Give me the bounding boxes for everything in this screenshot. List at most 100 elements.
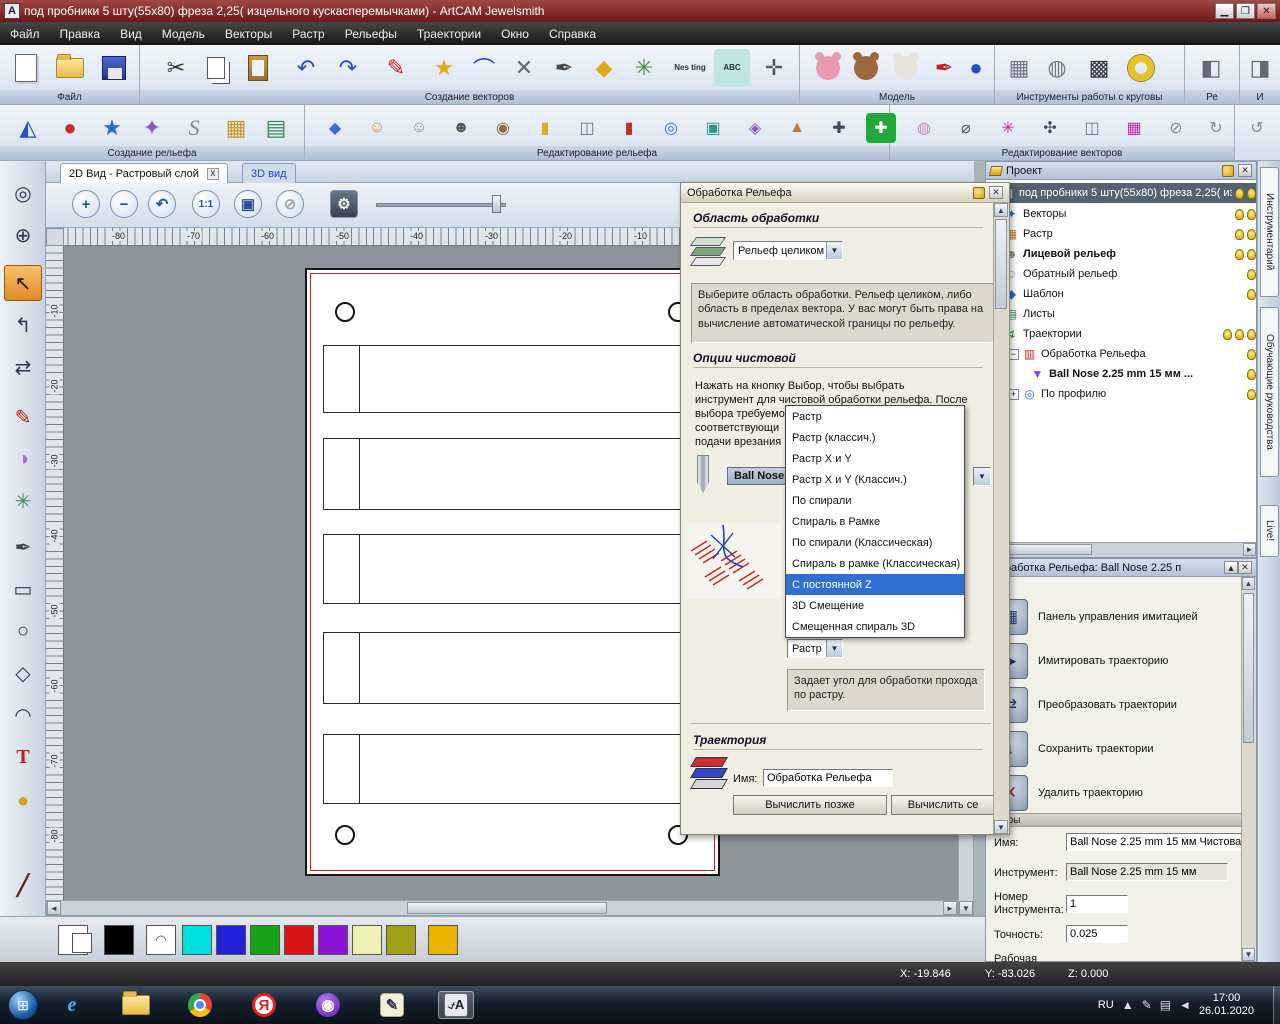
undo-icon[interactable]: ↶ xyxy=(288,49,324,87)
relief-edit-12-icon[interactable]: ✚ xyxy=(821,109,857,147)
tree-item-root[interactable]: − ▤ под пробники 5 шту(55x80) фреза 2,25… xyxy=(986,183,1256,203)
menu-view[interactable]: Вид xyxy=(110,24,152,44)
zoom-fit-icon[interactable]: ▣ xyxy=(234,190,262,218)
sample-plate-vector[interactable] xyxy=(323,345,702,413)
bulb-icon[interactable] xyxy=(1247,348,1256,360)
bulb-icon[interactable] xyxy=(1235,328,1244,340)
menu-file[interactable]: Файл xyxy=(0,24,50,44)
area-combo[interactable]: Рельеф целиком ▼ xyxy=(733,241,843,260)
color-swatch-paleyellow[interactable] xyxy=(352,925,382,955)
ring-icon[interactable] xyxy=(1123,49,1159,87)
tree-item-vectors[interactable]: ✦ Векторы xyxy=(986,204,1256,224)
color-swatch-yellow[interactable] xyxy=(428,925,458,955)
menu-vectors[interactable]: Векторы xyxy=(215,24,282,44)
tp-number-input[interactable] xyxy=(1066,895,1128,913)
tp-tool-input[interactable] xyxy=(1066,863,1228,881)
tool-select-button[interactable]: Ball Nose xyxy=(727,467,792,485)
op-transform-toolpath[interactable]: ⇄ Преобразовать траектории xyxy=(992,683,1242,727)
maximize-button[interactable]: ❐ xyxy=(1236,3,1255,19)
tools-partial-icon[interactable]: ◨ xyxy=(1242,49,1278,87)
save-model-icon[interactable] xyxy=(96,49,132,87)
new-model-icon[interactable] xyxy=(8,49,44,87)
bulb-icon[interactable] xyxy=(1247,268,1256,280)
strategy-option[interactable]: Смещенная спираль 3D xyxy=(786,616,964,637)
pin-icon[interactable] xyxy=(1222,164,1234,177)
scroll-up-icon[interactable]: ▲ xyxy=(1242,577,1255,590)
tree-item-ballnose[interactable]: ▼ Ball Nose 2.25 mm 15 мм ... xyxy=(986,364,1256,384)
sample-plate-vector[interactable] xyxy=(323,632,702,704)
bulb-icon[interactable] xyxy=(1247,228,1256,240)
relief-lock-icon[interactable]: ◫ xyxy=(569,109,605,147)
zoom-tool-icon[interactable]: ◎ xyxy=(4,175,42,211)
tab-live[interactable]: Live! xyxy=(1260,505,1279,557)
sample-plate-vector[interactable] xyxy=(323,534,702,604)
node-edit-tool-icon[interactable]: ↰ xyxy=(4,307,42,343)
bulb-icon[interactable] xyxy=(1247,368,1256,380)
dialog-pin-icon[interactable] xyxy=(973,186,985,199)
op-simulate-toolpath[interactable]: ▶ Имитировать траекторию xyxy=(992,639,1242,683)
strategy-option[interactable]: 3D Смещение xyxy=(786,595,964,616)
color-swatch-cyan[interactable] xyxy=(182,925,212,955)
tree-item-toolpaths[interactable]: − ↯ Траектории xyxy=(986,324,1256,344)
strategy-option-selected[interactable]: С постоянной Z xyxy=(786,574,964,595)
relief-edit-9-icon[interactable]: ▣ xyxy=(695,109,731,147)
copy-icon[interactable] xyxy=(198,49,234,87)
chevron-down-icon[interactable]: ▼ xyxy=(974,468,990,485)
bulb-icon[interactable] xyxy=(1235,208,1244,220)
axes-icon[interactable]: ✛ xyxy=(756,49,792,87)
menu-edit[interactable]: Правка xyxy=(50,24,111,44)
model-pink-icon[interactable] xyxy=(810,49,846,87)
bulb-icon[interactable] xyxy=(1235,248,1244,260)
add-green-icon[interactable]: ✚ xyxy=(866,113,896,143)
knife-tool-icon[interactable]: ╱ xyxy=(4,867,42,903)
bulb-icon[interactable] xyxy=(1223,328,1232,340)
bulb-icon[interactable] xyxy=(1247,328,1256,340)
paint-tool-icon[interactable]: ✎ xyxy=(4,399,42,435)
contrast-slider-thumb[interactable] xyxy=(492,195,501,213)
color-swatch-black[interactable] xyxy=(104,925,134,955)
color-swatch-shape[interactable]: ◠ xyxy=(146,925,176,955)
strategy-option[interactable]: Растр X и Y xyxy=(786,448,964,469)
strategy-option[interactable]: Растр X и Y (Классич.) xyxy=(786,469,964,490)
bulb-icon[interactable] xyxy=(1247,208,1256,220)
droplet-tool-icon[interactable]: ● xyxy=(4,783,42,819)
strategy-option[interactable]: Растр xyxy=(786,406,964,427)
partial-icon-1[interactable]: ↺ xyxy=(1239,109,1275,147)
text-tool-icon[interactable]: T xyxy=(4,739,42,775)
tray-volume-icon[interactable]: ◄ xyxy=(1179,998,1191,1012)
tree-item-relief-machining[interactable]: − ▥ Обработка Рельефа xyxy=(986,344,1256,364)
color-swatch-green[interactable] xyxy=(250,925,280,955)
tree-item-profile[interactable]: + ◎ По профилю xyxy=(986,384,1256,404)
palette-tool-icon[interactable]: ◑ xyxy=(4,441,42,477)
tree-item-template[interactable]: + ◆ Шаблон xyxy=(986,284,1256,304)
strategy-option[interactable]: По спирали (Классическая) xyxy=(786,532,964,553)
select-tool-icon[interactable]: ↖ xyxy=(4,265,42,301)
scroll-up-icon[interactable]: ▲ xyxy=(994,203,1008,217)
create-arc-icon[interactable]: ⌒ xyxy=(466,49,502,87)
scroll-right-icon[interactable]: ► xyxy=(1243,543,1256,556)
panel-close-icon[interactable]: ✕ xyxy=(1238,561,1252,574)
edit-pencil-icon[interactable]: ✎ xyxy=(378,49,414,87)
relief-edit-10-icon[interactable]: ◈ xyxy=(737,109,773,147)
relief-star-icon[interactable]: ★ xyxy=(94,109,130,147)
relief-edit-4-icon[interactable]: ☻ xyxy=(443,109,479,147)
strategy-option[interactable]: Спираль в рамке (Классическая) xyxy=(786,553,964,574)
tree-item-front-relief[interactable]: ☻ Лицевой рельеф xyxy=(986,244,1256,264)
relief-edit-7-icon[interactable]: ▮ xyxy=(611,109,647,147)
relief-edit-8-icon[interactable]: ◎ xyxy=(653,109,689,147)
op-delete-toolpath[interactable]: ✕ Удалить траекторию xyxy=(992,771,1242,815)
swept-profile-icon[interactable]: S xyxy=(176,109,212,147)
canvas-horizontal-scrollbar[interactable]: ◄ ► xyxy=(46,900,958,916)
menu-reliefs[interactable]: Рельефы xyxy=(335,24,407,44)
tab-toolbox[interactable]: Инструментарий xyxy=(1260,167,1279,297)
show-desktop-button[interactable] xyxy=(1273,986,1280,1024)
view-settings-icon[interactable]: ⚙ xyxy=(330,190,358,218)
taskbar-designer-app-icon[interactable]: ✎ xyxy=(374,991,410,1019)
dialog-close-icon[interactable]: ✕ xyxy=(989,186,1003,199)
chevron-down-icon[interactable]: ▼ xyxy=(826,640,842,657)
rotate-vector-icon[interactable]: ↻ xyxy=(1198,109,1234,147)
model-brown-icon[interactable] xyxy=(848,49,884,87)
paste-icon[interactable] xyxy=(240,49,276,87)
clock[interactable]: 17:00 26.01.2020 xyxy=(1199,992,1254,1018)
start-button[interactable]: ⊞ xyxy=(8,990,38,1020)
